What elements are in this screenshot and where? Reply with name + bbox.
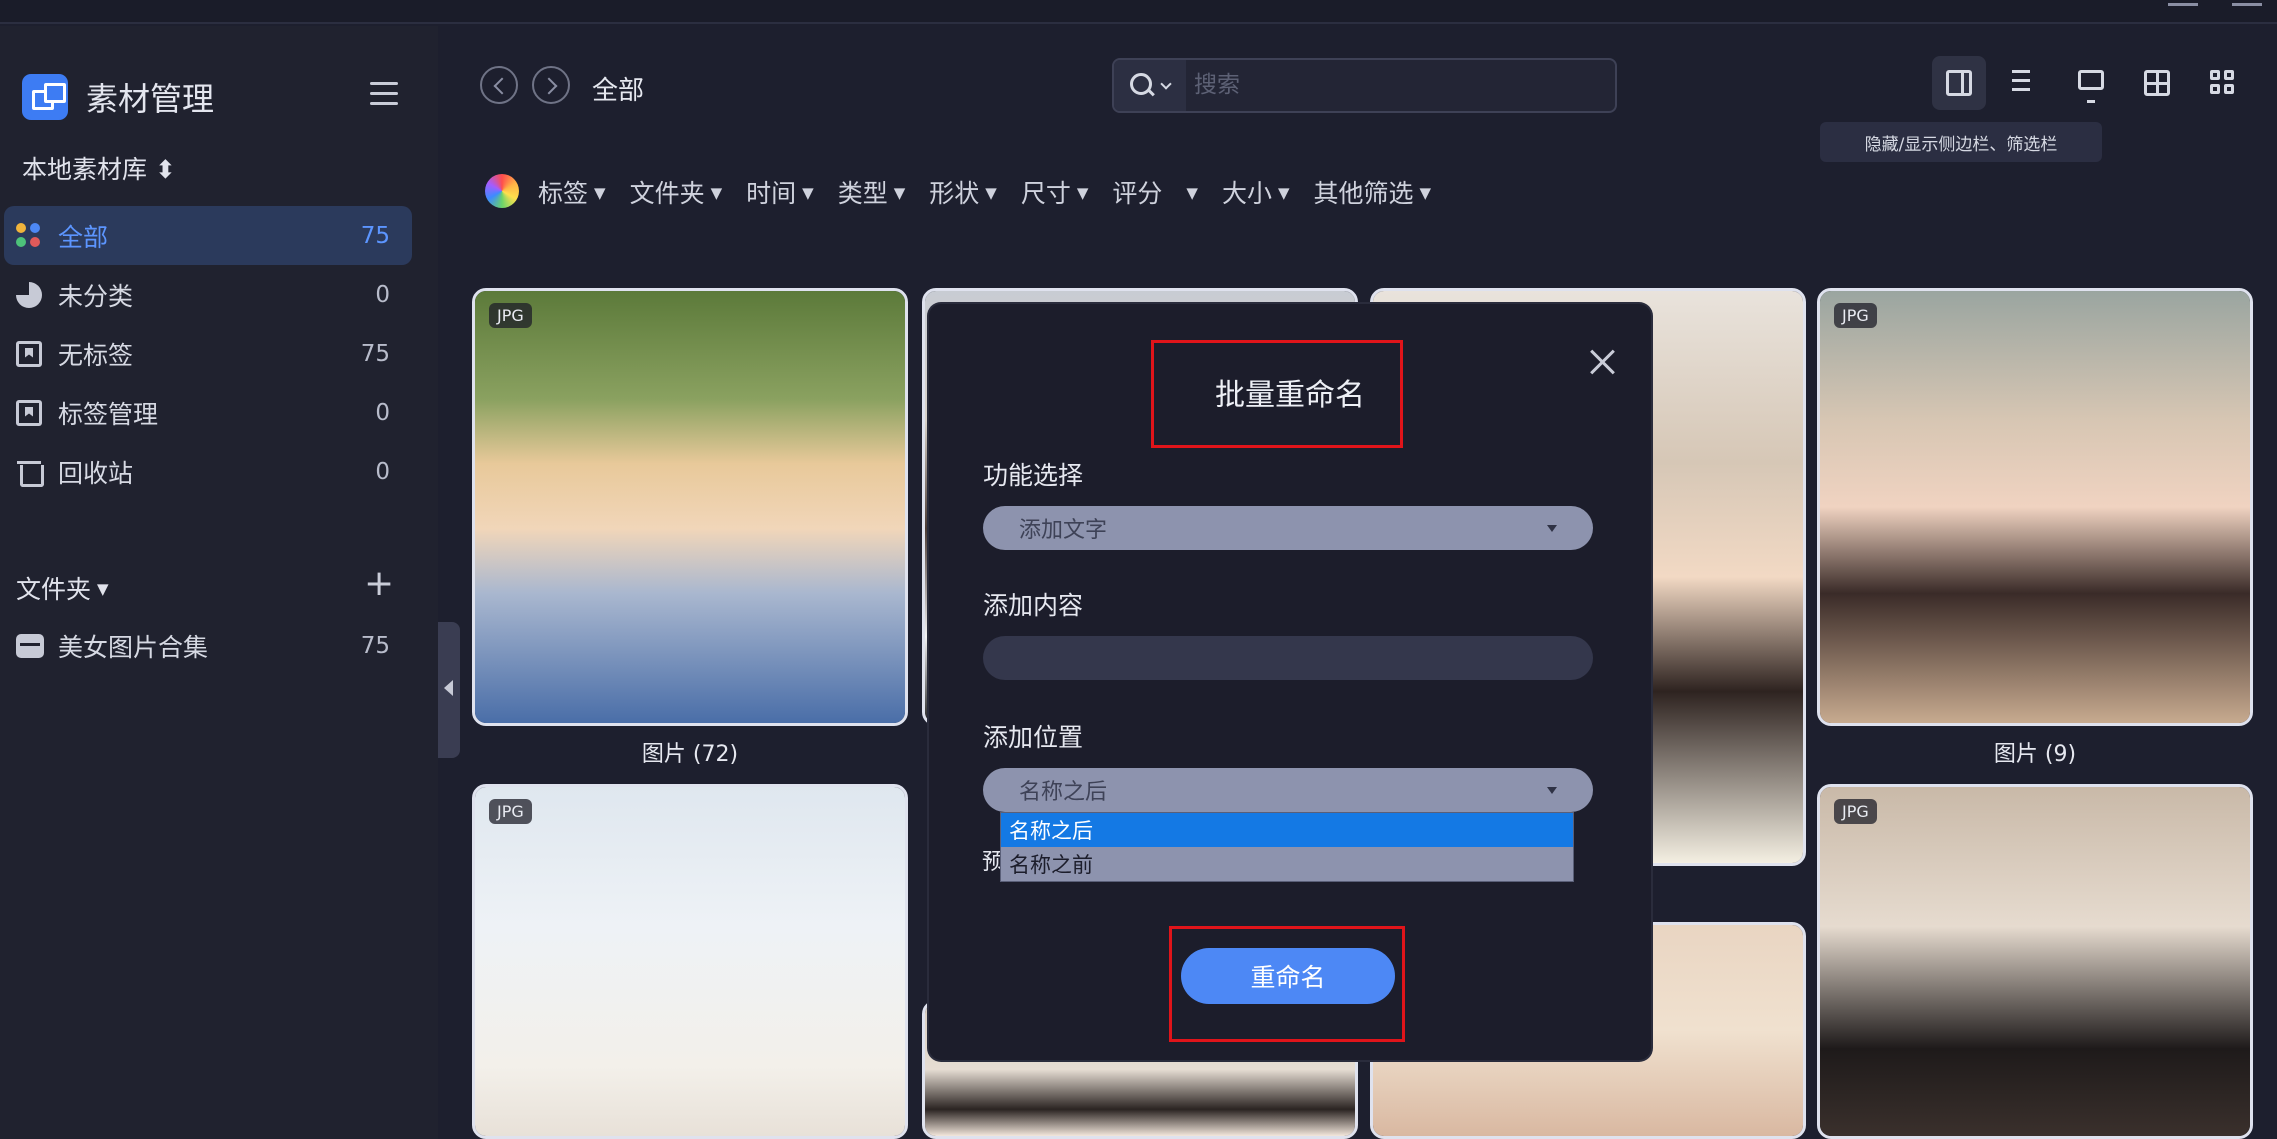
filter-rating[interactable]: 评分 ▼ bbox=[1112, 174, 1198, 210]
sidebar-item-label: 回收站 bbox=[58, 458, 134, 488]
filter-shape[interactable]: 形状 ▼ bbox=[929, 174, 997, 210]
filter-folder[interactable]: 文件夹 ▼ bbox=[630, 174, 723, 210]
close-icon[interactable] bbox=[1589, 348, 1617, 376]
sidebar: 素材管理 本地素材库 ⬍ 全部 75 未分类 0 无标签 75 标签管理 0 回… bbox=[0, 26, 438, 1139]
function-select[interactable]: 添加文字 bbox=[983, 506, 1593, 550]
image-caption: 图片 (9) bbox=[1993, 742, 2077, 767]
monitor-icon bbox=[2078, 70, 2104, 103]
dropdown-option[interactable]: 名称之后 bbox=[1001, 813, 1573, 847]
pie-icon bbox=[16, 281, 42, 308]
layout-grid-icon bbox=[2144, 70, 2170, 96]
hamburger-menu-icon[interactable] bbox=[370, 82, 398, 106]
caret-down-icon: ▼ bbox=[97, 580, 109, 598]
position-select[interactable]: 名称之后 bbox=[983, 768, 1593, 812]
folder-count: 75 bbox=[360, 632, 390, 659]
sidebar-item-label: 标签管理 bbox=[58, 399, 159, 429]
back-button[interactable] bbox=[480, 66, 518, 104]
highlight-box bbox=[1151, 340, 1403, 448]
content-label: 添加内容 bbox=[983, 591, 1084, 620]
chevron-down-icon bbox=[1160, 78, 1172, 90]
dropdown-option[interactable]: 名称之前 bbox=[1001, 847, 1573, 881]
thumbnail bbox=[1820, 291, 2250, 723]
file-type-badge: JPG bbox=[489, 303, 532, 328]
search-icon[interactable] bbox=[1114, 60, 1186, 111]
position-dropdown: 名称之后 名称之前 bbox=[1000, 812, 1574, 882]
apps-icon bbox=[2210, 70, 2236, 96]
thumbnail bbox=[475, 787, 905, 1136]
folder-icon bbox=[16, 633, 44, 658]
folders-header-label: 文件夹 bbox=[16, 575, 92, 604]
sidebar-item-label: 全部 bbox=[58, 222, 109, 252]
minimize-button[interactable] bbox=[2168, 0, 2198, 6]
library-selector[interactable]: 本地素材库 ⬍ bbox=[22, 150, 176, 186]
close-window-button[interactable] bbox=[2232, 0, 2262, 6]
image-caption: 图片 (72) bbox=[641, 742, 739, 767]
grid-dots-icon bbox=[16, 222, 42, 249]
function-label: 功能选择 bbox=[983, 461, 1084, 490]
filter-time[interactable]: 时间 ▼ bbox=[746, 174, 814, 210]
folders-header[interactable]: 文件夹 ▼ bbox=[16, 570, 109, 606]
content-input[interactable] bbox=[983, 636, 1593, 680]
file-type-badge: JPG bbox=[1834, 799, 1877, 824]
trash-icon bbox=[16, 459, 44, 487]
view-options-button[interactable] bbox=[2196, 56, 2250, 110]
sidebar-item-tag-manage[interactable]: 标签管理 0 bbox=[0, 383, 412, 442]
thumbnail bbox=[1820, 787, 2250, 1136]
brand: 素材管理 bbox=[22, 74, 214, 120]
image-card[interactable]: JPG bbox=[1817, 784, 2253, 1139]
sidebar-item-count: 0 bbox=[375, 399, 390, 426]
sidebar-item-count: 0 bbox=[375, 281, 390, 308]
filter-type[interactable]: 类型 ▼ bbox=[838, 174, 906, 210]
search-input[interactable] bbox=[1194, 66, 1594, 104]
sort-lines-icon bbox=[2012, 70, 2038, 96]
bookmark-icon bbox=[16, 340, 42, 367]
file-type-badge: JPG bbox=[489, 799, 532, 824]
sort-button[interactable] bbox=[1998, 56, 2052, 110]
layout-button[interactable] bbox=[2130, 56, 2184, 110]
color-filter-icon[interactable] bbox=[485, 174, 519, 208]
sidebar-item-all[interactable]: 全部 75 bbox=[4, 206, 412, 265]
sidebar-item-label: 未分类 bbox=[58, 281, 134, 311]
sidebar-item-untagged[interactable]: 无标签 75 bbox=[0, 324, 412, 383]
filter-bar: 标签 ▼ 文件夹 ▼ 时间 ▼ 类型 ▼ 形状 ▼ 尺寸 ▼ 评分 ▼ 大小 ▼ 其他筛选 ▼ bbox=[538, 174, 1455, 210]
tag-manage-icon bbox=[16, 399, 42, 426]
filter-filesize[interactable]: 大小 ▼ bbox=[1222, 174, 1290, 210]
image-card[interactable]: JPG bbox=[472, 784, 908, 1139]
add-folder-icon[interactable]: + bbox=[364, 566, 394, 602]
thumbnail bbox=[475, 291, 905, 723]
search-box bbox=[1112, 58, 1617, 113]
sidebar-item-count: 75 bbox=[360, 222, 390, 249]
image-card[interactable]: JPG bbox=[1817, 288, 2253, 726]
sidebar-item-uncategorized[interactable]: 未分类 0 bbox=[0, 265, 412, 324]
filter-other[interactable]: 其他筛选 ▼ bbox=[1314, 174, 1432, 210]
toggle-sidebar-button[interactable] bbox=[1932, 56, 1986, 110]
sidebar-nav: 全部 75 未分类 0 无标签 75 标签管理 0 回收站 0 bbox=[0, 206, 412, 501]
sidebar-item-label: 无标签 bbox=[58, 340, 134, 370]
preview-mode-button[interactable] bbox=[2064, 56, 2118, 110]
brand-name: 素材管理 bbox=[86, 80, 215, 118]
highlight-box bbox=[1169, 926, 1405, 1042]
sidebar-item-count: 75 bbox=[360, 340, 390, 367]
folder-label: 美女图片合集 bbox=[58, 632, 209, 662]
sidebar-item-count: 0 bbox=[375, 458, 390, 485]
folder-item[interactable]: 美女图片合集 75 bbox=[0, 616, 412, 675]
file-type-badge: JPG bbox=[1834, 303, 1877, 328]
tooltip: 隐藏/显示侧边栏、筛选栏 bbox=[1820, 122, 2102, 162]
sidebar-item-trash[interactable]: 回收站 0 bbox=[0, 442, 412, 501]
sidebar-collapse-handle[interactable] bbox=[438, 622, 460, 758]
filter-tag[interactable]: 标签 ▼ bbox=[538, 174, 606, 210]
title-bar bbox=[0, 0, 2277, 24]
breadcrumb: 全部 bbox=[592, 76, 645, 106]
forward-button[interactable] bbox=[532, 66, 570, 104]
batch-rename-dialog: 批量重命名 功能选择 添加文字 添加内容 添加位置 名称之后 预 名称之后 名称… bbox=[929, 304, 1651, 1060]
split-panel-icon bbox=[1946, 70, 1972, 96]
position-label: 添加位置 bbox=[983, 723, 1084, 752]
image-card[interactable]: JPG bbox=[472, 288, 908, 726]
app-logo-icon bbox=[22, 74, 68, 120]
filter-size[interactable]: 尺寸 ▼ bbox=[1021, 174, 1089, 210]
